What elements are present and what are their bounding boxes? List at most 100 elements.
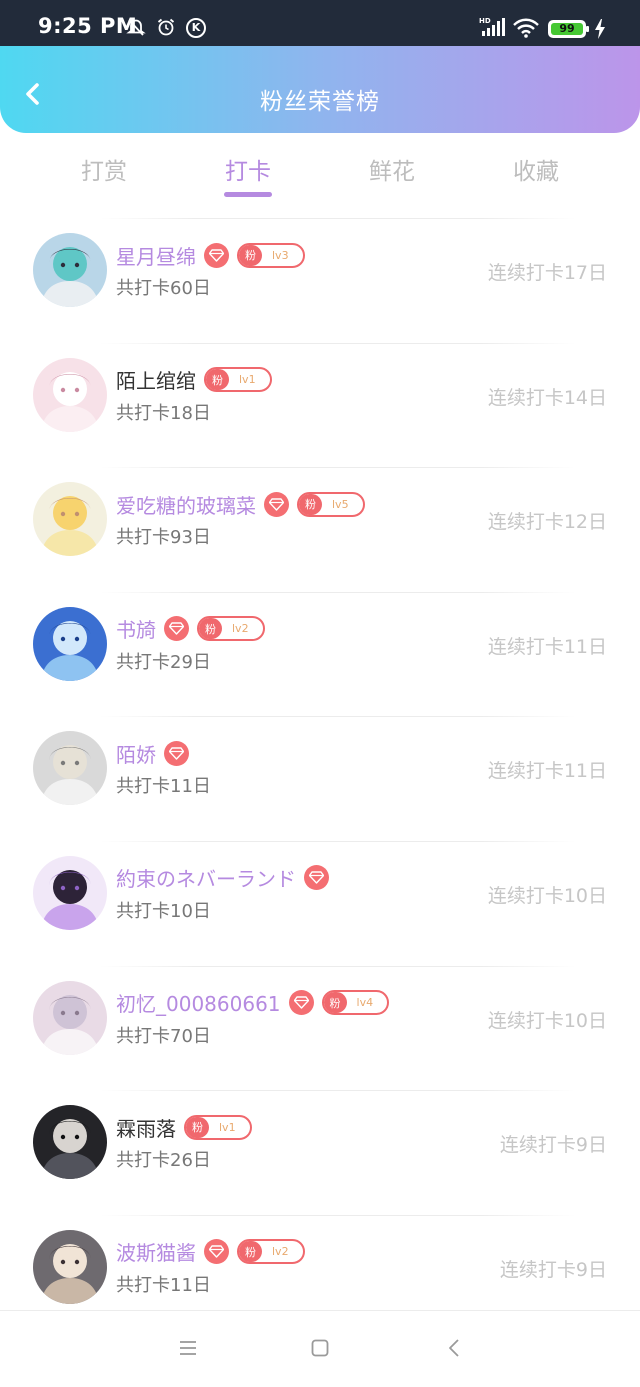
tab-checkin[interactable]: 打卡 — [176, 152, 320, 186]
row-divider — [100, 591, 576, 593]
name-line: 书旑 粉 lv2 — [116, 614, 265, 644]
battery-level: 99 — [551, 23, 583, 35]
streak-days: 连续打卡14日 — [487, 386, 607, 409]
fan-name: 初忆_000860661 — [116, 992, 281, 1017]
total-checkin-days: 共打卡29日 — [116, 651, 211, 673]
avatar[interactable] — [33, 1105, 107, 1180]
streak-days: 连续打卡12日 — [487, 511, 607, 534]
signal-icon: HD — [479, 17, 505, 36]
page-header: 粉丝荣誉榜 — [0, 46, 640, 133]
fan-level: lv2 — [232, 622, 249, 636]
fan-name: 陌上绾绾 — [116, 369, 196, 394]
fan-name: 爱吃糖的玻璃菜 — [116, 493, 256, 518]
total-checkin-days: 共打卡11日 — [116, 1274, 211, 1296]
fan-level: lv1 — [219, 1120, 236, 1134]
diamond-icon — [304, 865, 329, 891]
fan-row[interactable]: 霖雨落 粉 lv1 共打卡26日 连续打卡9日 — [0, 1090, 640, 1215]
tab-bar: 打赏 打卡 鲜花 收藏 — [0, 134, 640, 204]
fan-row[interactable]: 陌上绾绾 粉 lv1 共打卡18日 连续打卡14日 — [0, 342, 640, 468]
streak-days: 连续打卡11日 — [487, 760, 607, 783]
fan-level: lv1 — [239, 373, 256, 387]
fan-row[interactable]: 爱吃糖的玻璃菜 粉 lv5 共打卡93日 连续打卡12日 — [0, 467, 640, 592]
active-tab-indicator — [224, 192, 272, 197]
fan-level-badge: 粉 lv5 — [297, 491, 365, 517]
name-line: 爱吃糖的玻璃菜 粉 lv5 — [116, 489, 365, 519]
fan-level: lv4 — [356, 996, 374, 1010]
total-checkin-days: 共打卡18日 — [116, 402, 211, 424]
avatar[interactable] — [33, 357, 107, 432]
streak-days: 连续打卡9日 — [499, 1258, 607, 1281]
fan-name: 波斯猫酱 — [116, 1241, 196, 1266]
name-line: 約束のネバーランド — [116, 863, 329, 893]
status-bar: 9:25 PM K HD 99 — [0, 0, 640, 48]
streak-days: 连续打卡10日 — [487, 1009, 607, 1032]
fan-row[interactable]: 星月昼绵 粉 lv3 共打卡60日 连续打卡17日 — [0, 218, 640, 343]
fan-level-badge: 粉 lv4 — [321, 990, 390, 1016]
menu-icon[interactable] — [177, 1337, 199, 1359]
status-time: 9:25 PM — [38, 14, 138, 38]
name-line: 陌上绾绾 粉 lv1 — [116, 365, 272, 395]
home-square-icon[interactable] — [309, 1337, 331, 1359]
fan-level-badge: 粉 lv2 — [197, 616, 265, 642]
diamond-icon — [288, 990, 314, 1016]
fan-name: 霖雨落 — [116, 1116, 176, 1141]
tab-flowers[interactable]: 鲜花 — [320, 152, 464, 186]
avatar[interactable] — [33, 482, 107, 557]
notification-muted-icon — [126, 19, 146, 36]
avatar[interactable] — [33, 855, 107, 930]
avatar[interactable] — [33, 606, 107, 681]
fan-name: 陌娇 — [116, 742, 156, 767]
fan-level-badge: 粉 lv3 — [237, 242, 305, 268]
row-divider — [100, 840, 576, 842]
total-checkin-days: 共打卡93日 — [116, 527, 211, 549]
fan-badge-tag: 粉 — [239, 244, 262, 266]
total-checkin-days: 共打卡70日 — [116, 1025, 211, 1047]
fan-row[interactable]: 书旑 粉 lv2 共打卡29日 连续打卡11日 — [0, 591, 640, 717]
charging-icon — [595, 19, 605, 39]
tab-favorites[interactable]: 收藏 — [464, 152, 608, 186]
fan-row[interactable]: 陌娇 共打卡11日 连续打卡11日 — [0, 716, 640, 841]
row-divider — [100, 467, 576, 469]
fan-name: 約束のネバーランド — [116, 867, 296, 892]
name-line: 波斯猫酱 粉 lv2 — [116, 1237, 305, 1267]
fan-badge-tag: 粉 — [323, 992, 347, 1014]
avatar[interactable] — [33, 980, 107, 1055]
network-label: HD — [479, 17, 491, 25]
total-checkin-days: 共打卡60日 — [116, 278, 211, 299]
name-line: 陌娇 — [116, 738, 189, 768]
total-checkin-days: 共打卡26日 — [116, 1150, 211, 1172]
fan-level: lv5 — [332, 497, 349, 511]
fan-level: lv3 — [272, 248, 289, 262]
diamond-icon — [264, 491, 289, 517]
row-divider — [100, 716, 576, 718]
name-line: 初忆_000860661 粉 lv4 — [116, 988, 390, 1018]
battery-icon: 99 — [548, 20, 589, 38]
avatar[interactable] — [33, 731, 107, 806]
fan-row[interactable]: 初忆_000860661 粉 lv4 共打卡70日 连续打卡10日 — [0, 965, 640, 1091]
row-divider — [100, 342, 576, 344]
fan-badge-tag: 粉 — [199, 618, 222, 640]
fan-name: 书旑 — [116, 618, 156, 643]
name-line: 霖雨落 粉 lv1 — [116, 1112, 252, 1142]
fan-level-badge: 粉 lv2 — [237, 1239, 305, 1265]
page-title: 粉丝荣誉榜 — [260, 89, 380, 115]
fan-row[interactable]: 約束のネバーランド 共打卡10日 连续打卡10日 — [0, 840, 640, 966]
diamond-icon — [164, 616, 189, 642]
avatar[interactable] — [33, 233, 107, 307]
row-divider — [100, 1090, 576, 1092]
streak-days: 连续打卡17日 — [487, 262, 607, 284]
fan-list: 星月昼绵 粉 lv3 共打卡60日 连续打卡17日 陌上绾绾 粉 lv1 共打卡… — [0, 218, 640, 1339]
streak-days: 连续打卡11日 — [487, 635, 607, 658]
fan-badge-tag: 粉 — [239, 1241, 262, 1263]
fan-level-badge: 粉 lv1 — [204, 367, 272, 393]
row-divider — [100, 965, 576, 967]
tab-reward[interactable]: 打赏 — [32, 152, 176, 186]
avatar[interactable] — [33, 1229, 107, 1304]
fan-level-badge: 粉 lv1 — [184, 1114, 252, 1140]
diamond-icon — [204, 242, 229, 268]
streak-days: 连续打卡9日 — [499, 1134, 607, 1157]
back-triangle-icon[interactable] — [444, 1337, 466, 1359]
row-divider — [100, 1214, 576, 1216]
fan-level: lv2 — [272, 1245, 289, 1259]
fan-badge-tag: 粉 — [206, 369, 229, 391]
